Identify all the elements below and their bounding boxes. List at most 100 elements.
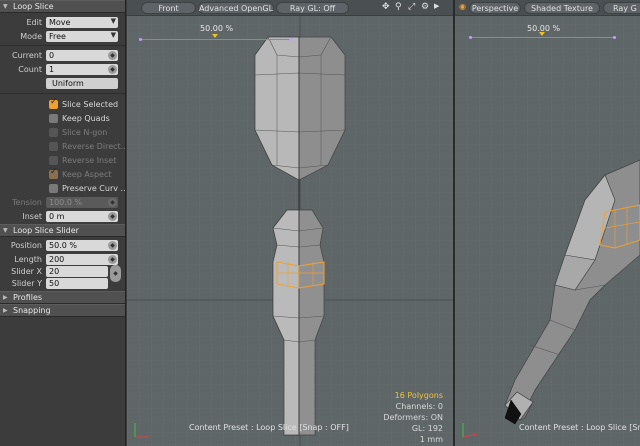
- xy-link-spinner-icon[interactable]: ◆: [110, 265, 121, 282]
- current-row: Current 0 ◆: [0, 48, 125, 62]
- section-profiles[interactable]: ▶ Profiles: [0, 291, 125, 304]
- view-type-button[interactable]: Front: [141, 2, 196, 14]
- slider-x-field[interactable]: 20: [46, 266, 108, 277]
- count-label: Count: [18, 64, 42, 74]
- slice-slider-track[interactable]: [470, 37, 615, 38]
- shading-mode-button[interactable]: Shaded Texture: [524, 2, 600, 14]
- count-row: Count 1 ◆: [0, 62, 125, 76]
- checkbox-checked-icon[interactable]: [49, 167, 58, 179]
- inset-field[interactable]: 0 m ◆: [46, 210, 118, 222]
- edit-label: Edit: [26, 17, 43, 27]
- expand-triangle-icon: ▶: [3, 307, 8, 314]
- pan-icon[interactable]: ✥: [382, 2, 390, 12]
- inset-label: Inset: [22, 211, 42, 221]
- tension-label: Tension: [12, 197, 42, 207]
- spinner-icon[interactable]: ◆: [108, 240, 117, 250]
- polygon-count: 16 Polygons: [394, 391, 443, 400]
- zoom-icon[interactable]: ⚲: [395, 2, 402, 12]
- checkbox-icon[interactable]: [49, 141, 58, 151]
- spinner-icon[interactable]: ◆: [108, 211, 117, 221]
- slider-y-field[interactable]: 50: [46, 277, 108, 289]
- checkbox-icon[interactable]: [49, 183, 58, 193]
- mode-label: Mode: [20, 31, 42, 41]
- front-viewport-header: Front Advanced OpenGL Ray GL: Off ✥ ⚲ ⤢ …: [127, 0, 453, 16]
- divider: [0, 45, 125, 46]
- unit-label: 1 mm: [419, 435, 443, 444]
- section-loop-slice[interactable]: ▼ Loop Slice: [0, 0, 125, 13]
- spinner-icon[interactable]: ◆: [108, 254, 117, 264]
- expand-arrow-icon[interactable]: ▶: [434, 2, 439, 10]
- checkbox-icon[interactable]: [49, 155, 58, 165]
- checkbox-icon[interactable]: [49, 113, 58, 123]
- length-label: Length: [14, 254, 42, 264]
- dropdown-arrow-icon: ▼: [110, 16, 116, 25]
- slider-x-row: Slider X 20: [0, 266, 125, 277]
- slice-slider-track[interactable]: [140, 39, 291, 40]
- count-field[interactable]: 1 ◆: [46, 63, 118, 75]
- slider-y-row: Slider Y 50: [0, 277, 125, 289]
- spinner-icon[interactable]: ◆: [108, 50, 117, 60]
- dropdown-arrow-icon: ▼: [110, 30, 116, 39]
- checkbox-slice-selected[interactable]: Slice Selected: [0, 97, 125, 111]
- settings-gear-icon[interactable]: ⚙: [421, 2, 429, 12]
- tension-row: Tension 100.0 % ◆: [0, 195, 125, 209]
- deformers-status: Deformers: ON: [383, 413, 443, 422]
- slider-end-dot[interactable]: [289, 38, 292, 41]
- edit-dropdown[interactable]: Move ▼: [46, 16, 118, 28]
- uniform-button[interactable]: Uniform: [46, 77, 118, 89]
- expand-triangle-icon: ▶: [3, 294, 8, 301]
- checkbox-slice-ngon[interactable]: Slice N-gon: [0, 125, 125, 139]
- position-label: Position: [10, 240, 42, 250]
- checkbox-preserve-curvature[interactable]: Preserve Curv ...: [0, 181, 125, 195]
- slider-handle-icon[interactable]: [212, 34, 218, 38]
- spinner-icon[interactable]: ◆: [108, 197, 117, 207]
- collapse-triangle-icon: ▼: [3, 227, 8, 234]
- channels-count: Channels: 0: [395, 402, 443, 411]
- spinner-icon[interactable]: ◆: [108, 64, 117, 74]
- section-loop-slice-slider[interactable]: ▼ Loop Slice Slider: [0, 224, 125, 237]
- checkbox-keep-quads[interactable]: Keep Quads: [0, 111, 125, 125]
- position-row: Position 50.0 % ◆: [0, 238, 125, 252]
- current-field[interactable]: 0 ◆: [46, 49, 118, 61]
- checkbox-reverse-inset[interactable]: Reverse Inset: [0, 153, 125, 167]
- viewport-menu-icon[interactable]: ◉: [459, 2, 466, 11]
- section-snapping[interactable]: ▶ Snapping: [0, 304, 125, 317]
- view-type-button[interactable]: Perspective: [469, 2, 521, 14]
- slider-x-label: Slider X: [11, 267, 42, 276]
- collapse-triangle-icon: ▼: [3, 3, 8, 10]
- checkbox-reverse-direction[interactable]: Reverse Direct...: [0, 139, 125, 153]
- checkbox-keep-aspect[interactable]: Keep Aspect: [0, 167, 125, 181]
- perspective-viewport-canvas[interactable]: [455, 0, 640, 446]
- shading-mode-button[interactable]: Advanced OpenGL: [198, 2, 274, 14]
- gl-count: GL: 192: [411, 424, 443, 433]
- status-content-preset: Content Preset : Loop Slice [Snap : OFF]: [189, 423, 349, 432]
- slider-end-dot[interactable]: [613, 36, 616, 39]
- fit-view-icon[interactable]: ⤢: [408, 2, 415, 12]
- tension-field[interactable]: 100.0 % ◆: [46, 196, 118, 208]
- ray-gl-button[interactable]: Ray GL: Off: [276, 2, 349, 14]
- edit-row: Edit Move ▼: [0, 15, 125, 29]
- checkbox-checked-icon[interactable]: [49, 97, 58, 109]
- mode-dropdown[interactable]: Free ▼: [46, 30, 118, 42]
- tool-properties-panel: ▼ Loop Slice Edit Move ▼ Mode Free ▼ Cur…: [0, 0, 126, 446]
- ray-gl-button[interactable]: Ray G: [603, 2, 640, 14]
- status-content-preset: Content Preset : Loop Slice [Snap: [519, 423, 640, 432]
- mode-row: Mode Free ▼: [0, 29, 125, 43]
- perspective-viewport-header: ◉ Perspective Shaded Texture Ray G: [455, 0, 640, 16]
- position-field[interactable]: 50.0 % ◆: [46, 239, 118, 251]
- divider: [0, 93, 125, 94]
- slider-handle-icon[interactable]: [539, 32, 545, 36]
- checkbox-icon[interactable]: [49, 127, 58, 137]
- length-field[interactable]: 200 ◆: [46, 253, 118, 265]
- length-row: Length 200 ◆: [0, 252, 125, 266]
- current-label: Current: [11, 50, 42, 60]
- inset-row: Inset 0 m ◆: [0, 209, 125, 223]
- uniform-row: Uniform: [0, 76, 125, 90]
- front-viewport[interactable]: Front Advanced OpenGL Ray GL: Off ✥ ⚲ ⤢ …: [127, 0, 453, 446]
- perspective-viewport[interactable]: ◉ Perspective Shaded Texture Ray G 50.00…: [455, 0, 640, 446]
- slider-start-dot[interactable]: [139, 38, 142, 41]
- front-viewport-canvas[interactable]: [127, 0, 453, 446]
- slider-start-dot[interactable]: [469, 36, 472, 39]
- slider-y-label: Slider Y: [11, 278, 42, 288]
- mesh-head[interactable]: [254, 36, 346, 181]
